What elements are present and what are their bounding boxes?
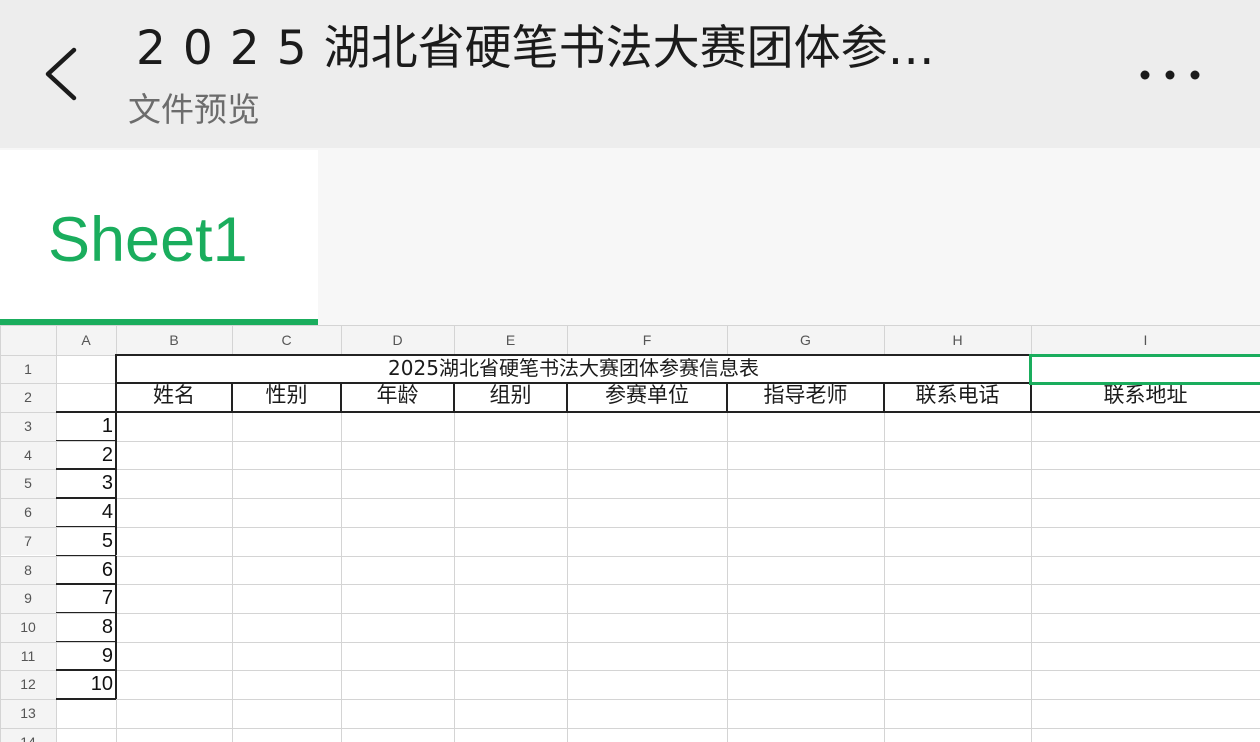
selected-cell[interactable] [1029,354,1260,385]
grid-line [0,440,1260,442]
cell-border [115,440,117,470]
grid-line [0,325,1,742]
more-button[interactable] [1136,58,1206,92]
row-number-cell: 10 [90,673,113,696]
grid-line [0,325,1260,326]
cell-border [115,641,117,671]
row-header[interactable]: 3 [0,412,56,441]
column-header[interactable]: I [1031,325,1260,355]
column-header[interactable]: C [232,325,341,355]
column-header[interactable]: B [116,325,232,355]
cell-border [56,525,116,528]
cell-border [56,611,116,614]
row-header[interactable]: 5 [0,469,56,499]
grid-line [0,584,1260,586]
tab-sheet1-label: Sheet1 [48,205,248,275]
row-header[interactable]: 9 [0,584,56,613]
field-header: 姓名 [153,383,195,407]
title-text: 湖北省硬笔书法大赛团体参… [323,21,935,76]
grid-line [0,469,1260,471]
row-header[interactable]: 1 [0,355,56,383]
row-number-cell: 3 [101,472,113,495]
cell-border [56,439,116,442]
grid-line [0,641,1260,643]
row-header[interactable]: 2 [0,383,56,412]
tab-sheet1[interactable]: Sheet1 [0,150,318,325]
cell-border [115,469,117,499]
cell-border [56,640,116,643]
cell-border [115,584,117,613]
column-header[interactable]: F [567,325,727,355]
cell-border [116,354,1030,356]
row-number-cell: 6 [101,558,113,581]
page-subtitle: 文件预览 [128,90,260,129]
field-header: 指导老师 [763,383,848,407]
sheet-tab-bar: Sheet1 [0,148,1260,325]
column-header[interactable]: E [454,325,567,355]
row-header[interactable]: 6 [0,498,56,527]
grid-line [0,727,1260,729]
row-number-cell: 5 [101,529,113,552]
cell-border [56,583,116,585]
title-year: 2025 [136,21,324,76]
grid-line [0,498,1260,500]
cell-border [115,526,117,556]
field-header: 参赛单位 [605,383,689,407]
cell-border [56,669,116,671]
row-header[interactable]: 7 [0,526,56,556]
sheet-title: 2025湖北省硬笔书法大赛团体参赛信息表 [388,356,759,380]
back-button[interactable] [38,42,88,106]
cell-border [56,698,116,700]
row-header[interactable]: 10 [0,612,56,642]
row-header[interactable]: 8 [0,555,56,585]
cell-border [115,498,117,527]
column-header[interactable]: G [727,325,884,355]
grid-line [0,555,1260,557]
cell-border [115,555,117,585]
more-dots-icon [1140,70,1200,80]
page-title: 2025湖北省硬笔书法大赛团体参… [136,16,1066,82]
top-bar: 2025湖北省硬笔书法大赛团体参… 文件预览 [0,0,1260,148]
grid-line [0,612,1260,614]
row-number-cell: 8 [101,615,113,638]
column-header[interactable]: H [884,325,1031,355]
cell-border [116,411,1260,413]
grid-line [0,526,1260,528]
row-number-cell: 9 [101,644,113,667]
corner-header [0,325,56,355]
chevron-left-icon [45,47,77,101]
cell-border [56,554,116,556]
row-header[interactable]: 14 [0,727,56,742]
field-header: 联系电话 [915,383,1000,407]
grid-line [0,699,1260,700]
column-header[interactable]: A [56,325,116,355]
row-number-cell: 2 [101,443,113,466]
cell-border [56,468,116,470]
spreadsheet-grid[interactable]: A B C D E F G H I 1 2 3 4 5 6 7 8 9 10 11 12 13 14 2025湖北省硬笔书法大… [0,325,1260,742]
row-header[interactable]: 13 [0,699,56,728]
row-header[interactable]: 11 [0,641,56,671]
field-header: 联系地址 [1103,383,1188,407]
field-header: 性别 [265,383,308,407]
field-header: 组别 [489,383,532,407]
cell-border [56,411,116,413]
grid-line [0,670,1260,672]
field-header: 年龄 [376,383,419,407]
row-number-cell: 7 [101,587,113,610]
row-header[interactable]: 4 [0,440,56,470]
row-number-cell: 1 [101,415,113,437]
cell-border [56,497,116,499]
cell-border [115,412,117,441]
cell-border [115,670,117,699]
row-header[interactable]: 12 [0,670,56,699]
cell-border [115,612,117,642]
row-number-cell: 4 [101,501,113,524]
column-header[interactable]: D [341,325,454,355]
